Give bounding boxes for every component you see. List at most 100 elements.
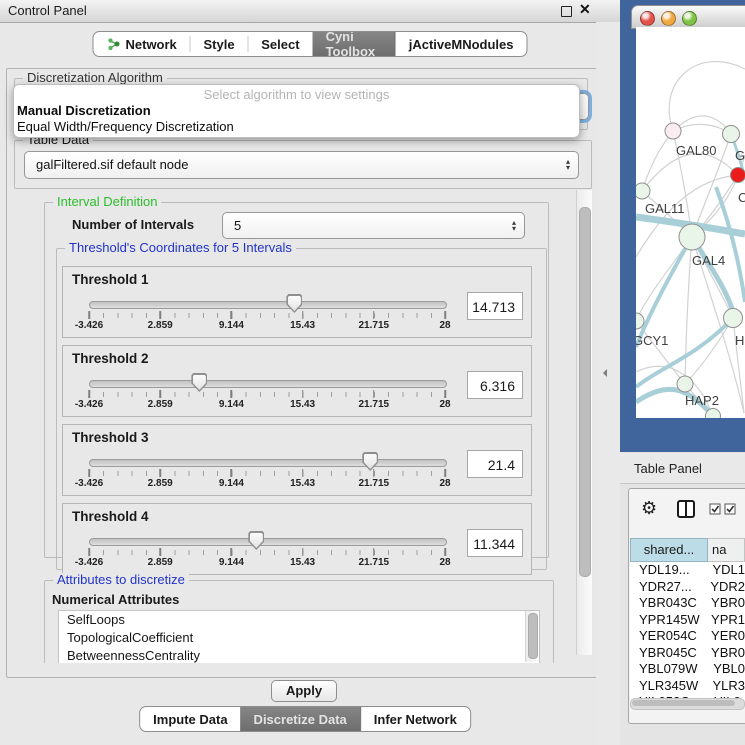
checkbox-icon[interactable] (709, 503, 721, 515)
apply-button[interactable]: Apply (271, 680, 337, 702)
attribute-list-item[interactable]: TopologicalCoefficient (59, 629, 539, 647)
cell-shared-name[interactable]: YPR145W (630, 612, 705, 629)
attribute-list-item[interactable]: BetweennessCentrality (59, 647, 539, 663)
threshold-value-field[interactable]: 11.344 (467, 529, 523, 557)
threshold-slider[interactable]: -3.426 2.859 9.144 15.43 21.715 28 (89, 425, 445, 495)
gear-icon[interactable]: ⚙ (641, 498, 657, 519)
cell-shared-name[interactable]: YDR27... (630, 579, 704, 596)
tab-discretize-data[interactable]: Discretize Data (241, 707, 360, 731)
network-node[interactable] (722, 125, 740, 143)
tab-style[interactable]: Style (190, 32, 247, 56)
table-row[interactable]: YDL19... YDL1 (630, 562, 745, 579)
table-row[interactable]: YLR345W YLR3 (630, 678, 745, 695)
network-node[interactable] (730, 167, 745, 183)
scrollbar-thumb[interactable] (579, 207, 591, 577)
slider-tick (88, 311, 90, 319)
number-of-intervals-combobox[interactable]: 5 ▴▾ (222, 212, 525, 239)
number-of-intervals-label: Number of Intervals (72, 217, 194, 232)
settings-scrollbar[interactable] (576, 190, 592, 655)
scale-label: 2.859 (148, 320, 173, 331)
cell-name[interactable]: YBR0 (705, 645, 745, 662)
node-table[interactable]: YDL19... YDL1 YDR27... YDR2 YBR043C YBR0… (630, 562, 745, 700)
threshold-slider[interactable]: -3.426 2.859 9.144 15.43 21.715 28 (89, 267, 445, 337)
table-panel-title: Table Panel (634, 461, 702, 476)
column-header-shared-name[interactable]: shared... (630, 538, 708, 562)
table-row[interactable]: YBR043C YBR0 (630, 595, 745, 612)
threshold-value-field[interactable]: 6.316 (467, 371, 523, 399)
tab-infer-network[interactable]: Infer Network (360, 707, 470, 731)
close-icon[interactable]: ✕ (579, 1, 591, 18)
float-window-icon[interactable] (561, 6, 572, 17)
threshold-slider[interactable]: -3.426 2.859 9.144 15.43 21.715 28 (89, 346, 445, 416)
table-horizontal-scrollbar[interactable] (630, 698, 745, 710)
numerical-attributes-list[interactable]: SelfLoops TopologicalCoefficient Between… (58, 610, 540, 663)
combo-arrows-icon[interactable]: ▴▾ (512, 213, 516, 238)
dropdown-option-equal-width[interactable]: Equal Width/Frequency Discretization (14, 119, 579, 135)
column-layout-icon[interactable] (676, 499, 696, 519)
cell-name[interactable]: YER0 (705, 628, 745, 645)
number-of-intervals-value: 5 (234, 218, 241, 233)
zoom-traffic-light[interactable] (682, 11, 697, 26)
scrollbar-thumb[interactable] (528, 613, 538, 659)
cell-name[interactable]: YDL1 (706, 562, 745, 579)
attribute-list-item[interactable]: SelfLoops (59, 611, 539, 629)
cell-name[interactable]: YBL0 (707, 661, 745, 678)
table-row[interactable]: YER054C YER0 (630, 628, 745, 645)
tab-label: Network (126, 37, 177, 52)
tab-select[interactable]: Select (248, 32, 312, 56)
slider-track[interactable] (89, 459, 447, 467)
threshold-value-field[interactable]: 14.713 (467, 292, 523, 320)
cell-name[interactable]: YPR1 (705, 612, 745, 629)
slider-minor-ticks (89, 471, 446, 476)
tab-jactivemnodules[interactable]: jActiveMNodules (395, 32, 527, 56)
scale-label: -3.426 (75, 399, 103, 410)
attributes-list-scrollbar[interactable] (525, 611, 538, 662)
network-node[interactable] (677, 376, 694, 393)
cell-shared-name[interactable]: YBR043C (630, 595, 705, 612)
tab-cyni-toolbox[interactable]: Cyni Toolbox (313, 32, 395, 56)
tab-network[interactable]: Network (94, 32, 190, 56)
close-traffic-light[interactable] (640, 11, 655, 26)
dropdown-option-manual[interactable]: Manual Discretization (14, 103, 579, 119)
cell-shared-name[interactable]: YLR345W (630, 678, 706, 695)
table-row[interactable]: YBL079W YBL0 (630, 661, 745, 678)
slider-track[interactable] (89, 301, 447, 309)
slider-thumb[interactable] (286, 294, 302, 313)
cell-name[interactable]: YLR3 (706, 678, 745, 695)
slider-tick (302, 469, 304, 477)
network-node[interactable] (723, 308, 743, 328)
network-view-canvas[interactable]: GAL80GGAL11CGAL4GCY1HHAP2 (636, 27, 745, 418)
cell-shared-name[interactable]: YBL079W (630, 661, 707, 678)
slider-track[interactable] (89, 380, 447, 388)
panel-splitter[interactable] (596, 22, 620, 745)
minimize-traffic-light[interactable] (661, 11, 676, 26)
slider-thumb[interactable] (362, 452, 378, 471)
scrollbar-thumb[interactable] (632, 700, 735, 706)
cell-name[interactable]: YDR2 (704, 579, 745, 596)
checkbox-icon[interactable] (724, 503, 736, 515)
column-header-name[interactable]: na (708, 538, 745, 562)
threshold-slider[interactable]: -3.426 2.859 9.144 15.43 21.715 28 (89, 504, 445, 574)
table-row[interactable]: YBR045C YBR0 (630, 645, 745, 662)
network-node[interactable] (705, 408, 721, 418)
table-row[interactable]: YDR27... YDR2 (630, 579, 745, 596)
table-row[interactable]: YPR145W YPR1 (630, 612, 745, 629)
threshold-value-field[interactable]: 21.4 (467, 450, 523, 478)
network-edges (636, 27, 745, 418)
combo-arrows-icon[interactable]: ▴▾ (566, 152, 570, 178)
node-label: GAL11 (645, 201, 685, 216)
cell-shared-name[interactable]: YER054C (630, 628, 705, 645)
interval-definition-label: Interval Definition (53, 195, 161, 209)
slider-thumb[interactable] (248, 531, 264, 550)
tab-impute-data[interactable]: Impute Data (140, 707, 240, 731)
slider-track[interactable] (89, 538, 447, 546)
splitter-collapse-icon[interactable] (599, 369, 607, 377)
slider-thumb[interactable] (191, 373, 207, 392)
network-node[interactable] (665, 123, 682, 140)
table-data-combobox[interactable]: galFiltered.sif default node ▴▾ (24, 151, 579, 179)
cell-name[interactable]: YBR0 (705, 595, 745, 612)
cell-shared-name[interactable]: YBR045C (630, 645, 705, 662)
network-node[interactable] (679, 224, 706, 251)
cell-shared-name[interactable]: YDL19... (630, 562, 706, 579)
scale-label: -3.426 (75, 557, 103, 568)
